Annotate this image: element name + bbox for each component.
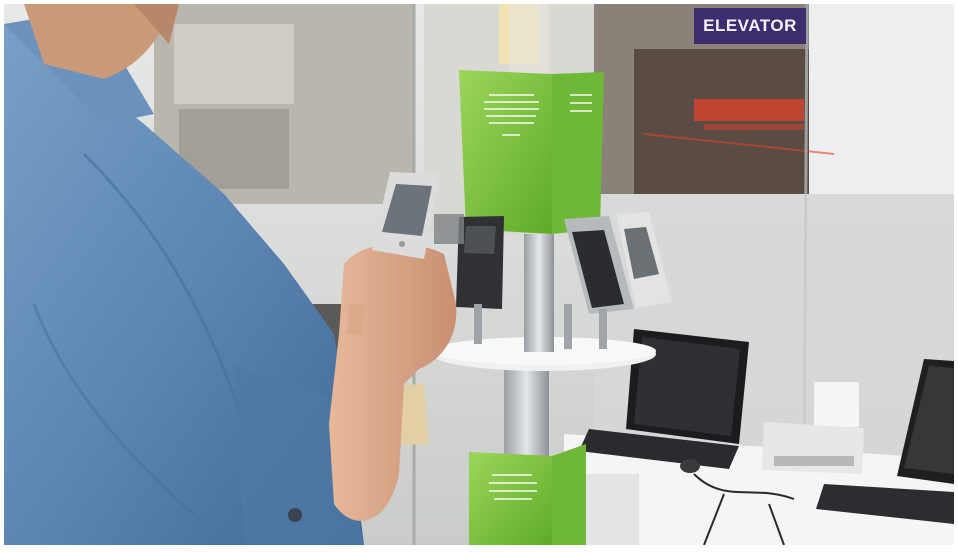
computer-mouse bbox=[680, 459, 700, 473]
photo-scene: ELEVATOR bbox=[4, 4, 954, 545]
shirt-button bbox=[288, 508, 302, 522]
elevator-sign: ELEVATOR bbox=[694, 8, 806, 44]
scene-illustration bbox=[4, 4, 954, 545]
